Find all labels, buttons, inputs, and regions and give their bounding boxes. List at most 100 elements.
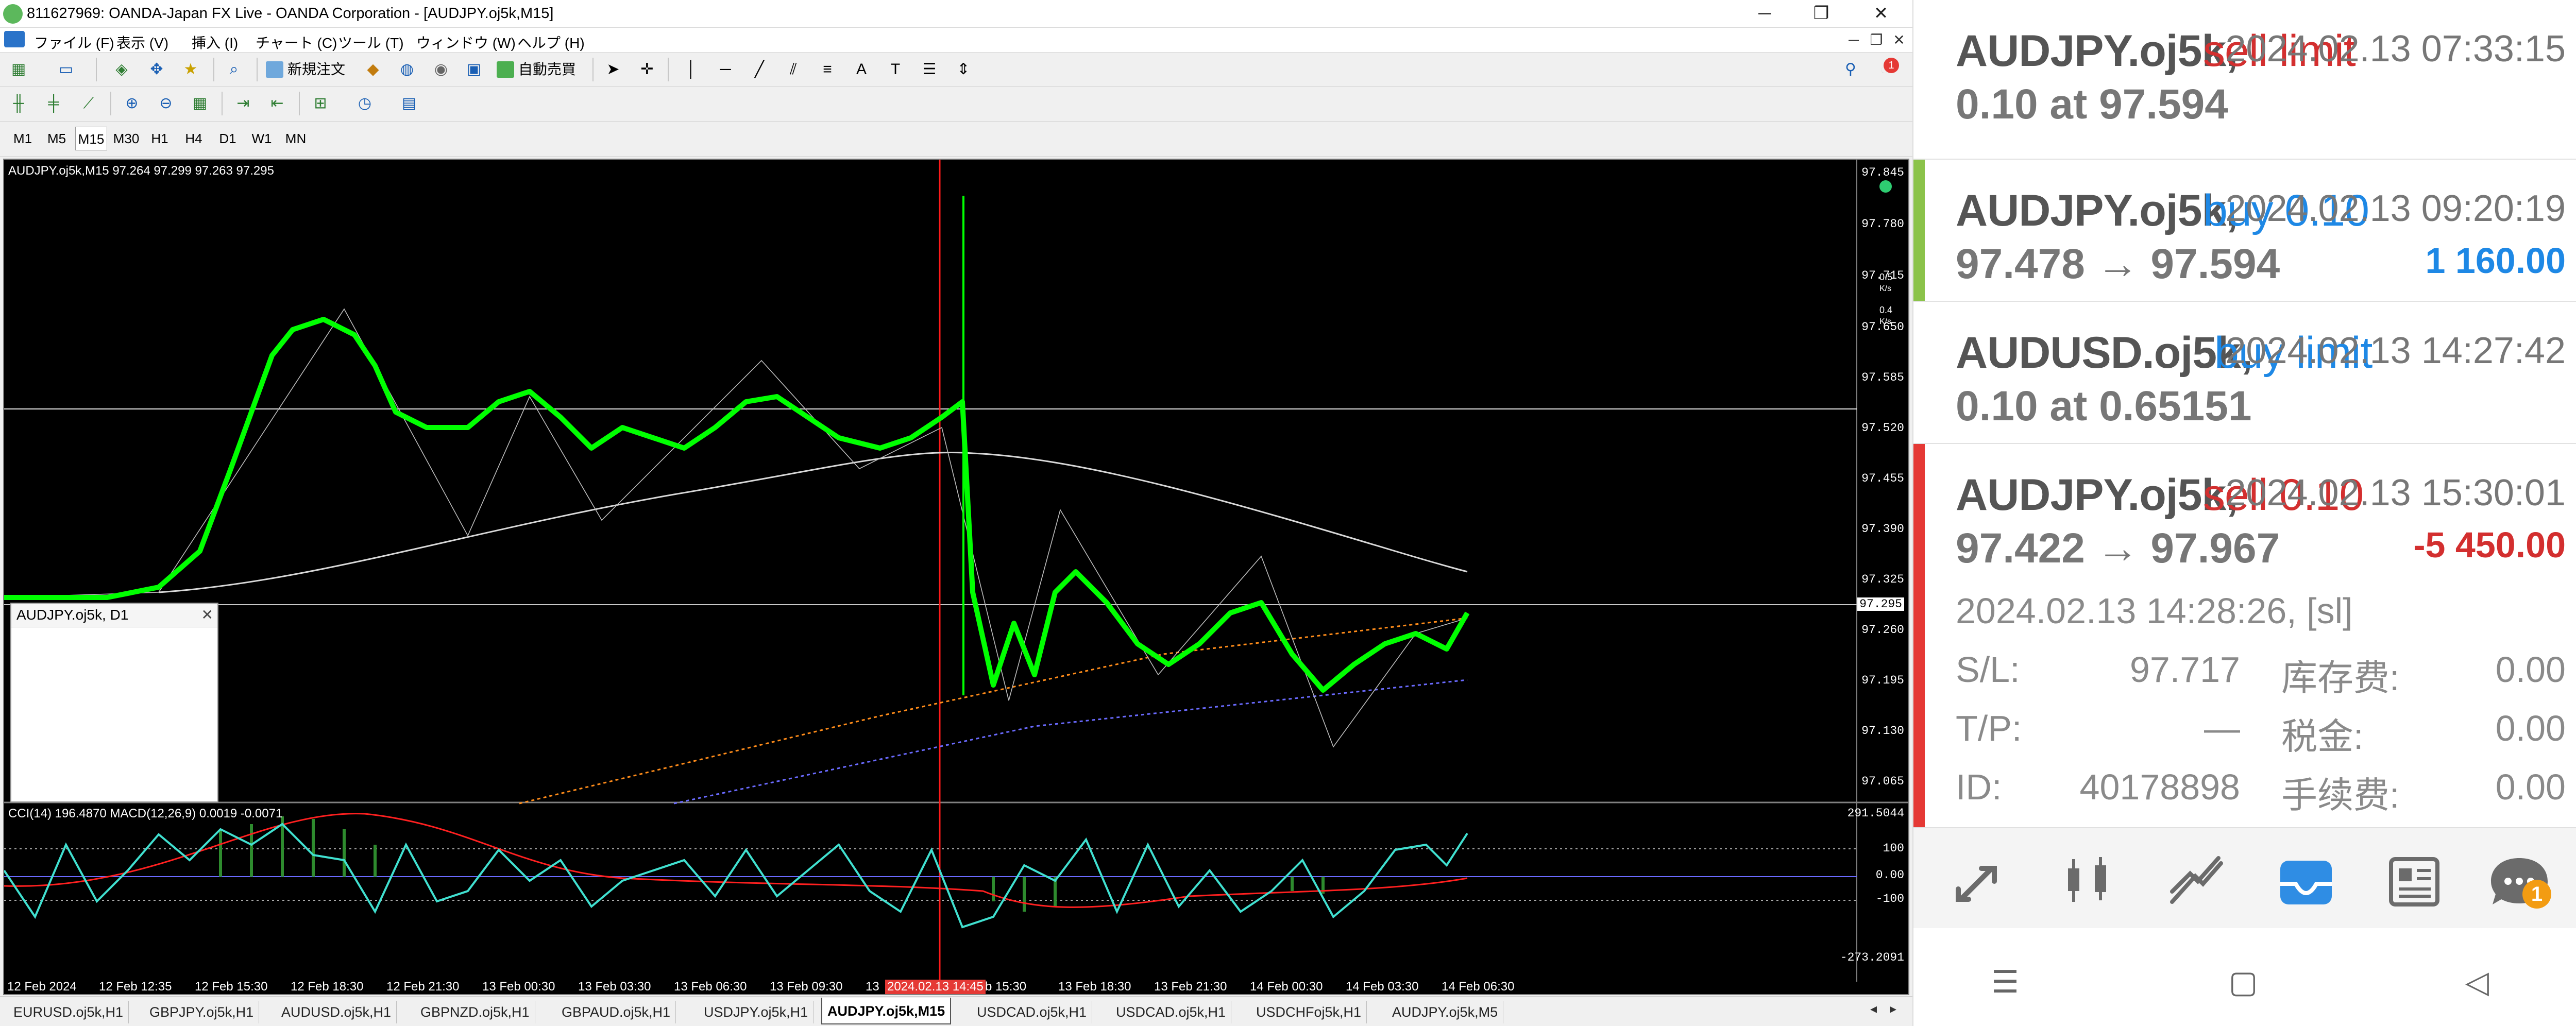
inbox-icon[interactable] <box>2275 853 2337 910</box>
autoscroll-icon[interactable]: ⇥ <box>231 91 256 116</box>
news-icon[interactable] <box>2383 853 2445 910</box>
timeframe-m15[interactable]: M15 <box>75 127 107 150</box>
document-icon[interactable] <box>4 31 25 47</box>
profiles-icon[interactable]: ▭ <box>54 57 78 82</box>
mini-chart-window[interactable]: AUDJPY.oj5k, D1 ✕ <box>10 603 218 802</box>
swap-label: 库存费: <box>2281 658 2400 698</box>
tab-audusd[interactable]: AUDUSD.oj5k,H1 <box>276 1001 397 1023</box>
timeframe-d1[interactable]: D1 <box>214 127 241 150</box>
templates-icon[interactable]: ▤ <box>397 91 421 116</box>
horizontal-line-icon[interactable]: ─ <box>713 57 738 82</box>
price-tick: 97.845 <box>1861 166 1904 179</box>
timeframe-mn[interactable]: MN <box>281 127 310 150</box>
time-tick: b 15:30 <box>985 980 1027 994</box>
price-chart[interactable]: AUDJPY.oj5k,M15 97.264 97.299 97.263 97.… <box>3 159 1909 995</box>
market-icon[interactable]: ◉ <box>429 57 453 82</box>
mdi-restore-button[interactable]: ❐ <box>1865 31 1888 49</box>
menu-window[interactable]: ウィンドウ (W) <box>416 32 516 53</box>
tab-gbpnzd[interactable]: GBPNZD.oj5k,H1 <box>415 1001 535 1023</box>
crosshair-icon[interactable]: ✛ <box>635 57 659 82</box>
order-profit: 1 160.00 <box>2425 241 2566 281</box>
timeframe-h4[interactable]: H4 <box>180 127 207 150</box>
order-item-expanded[interactable]: AUDJPY.oj5k, sell 0.10 2024.02.13 15:30:… <box>1913 444 2576 827</box>
candlestick-icon[interactable]: ╪ <box>41 91 66 116</box>
menu-view[interactable]: 表示 (V) <box>116 32 168 53</box>
search-icon[interactable]: ⚲ <box>1838 57 1863 82</box>
vps-icon[interactable]: ▣ <box>462 57 486 82</box>
menu-icon[interactable]: ☰ <box>1985 964 2026 1000</box>
tab-usdchf[interactable]: USDCHFoj5k,H1 <box>1251 1001 1367 1023</box>
text-label-icon[interactable]: T <box>883 57 908 82</box>
arrows-icon[interactable]: ⇕ <box>951 57 976 82</box>
menu-chart[interactable]: チャート (C) <box>256 32 337 53</box>
tab-usdcad-2[interactable]: USDCAD.oj5k,H1 <box>1111 1001 1232 1023</box>
timeframe-m5[interactable]: M5 <box>42 127 71 150</box>
tab-gbpaud[interactable]: GBPAUD.oj5k,H1 <box>556 1001 676 1023</box>
tab-audjpy-m15[interactable]: AUDJPY.oj5k,M15 <box>821 998 952 1024</box>
new-chart-icon[interactable]: ▦ <box>6 57 31 82</box>
data-window-icon[interactable]: ✥ <box>144 57 169 82</box>
tab-usdjpy[interactable]: USDJPY.oj5k,H1 <box>699 1001 814 1023</box>
tile-windows-icon[interactable]: ▦ <box>188 91 212 116</box>
bar-chart-icon[interactable]: ╫ <box>6 91 31 116</box>
candles-path <box>4 317 1470 693</box>
tab-gbpjpy[interactable]: GBPJPY.oj5k,H1 <box>144 1001 260 1023</box>
menu-file[interactable]: ファイル (F) <box>34 32 114 53</box>
signals-icon[interactable]: ◍ <box>395 57 419 82</box>
channel-icon[interactable]: ⫽ <box>781 57 806 82</box>
menu-tools[interactable]: ツール (T) <box>338 32 404 53</box>
new-order-button[interactable]: 新規注文 <box>264 57 345 82</box>
timeframe-w1[interactable]: W1 <box>248 127 275 150</box>
tab-eurusd[interactable]: EURUSD.oj5k,H1 <box>8 1001 129 1023</box>
tab-scroll-right-icon[interactable]: ▸ <box>1890 1001 1896 1017</box>
order-status-stripe <box>1913 444 1925 827</box>
text-icon[interactable]: A <box>849 57 874 82</box>
minimize-button[interactable]: ─ <box>1736 1 1793 26</box>
timeframe-m1[interactable]: M1 <box>8 127 37 150</box>
navigator-icon[interactable]: ★ <box>178 57 203 82</box>
mdi-close-button[interactable]: ✕ <box>1888 31 1910 49</box>
chat-badge: 1 <box>2522 880 2551 909</box>
chart-shift-icon[interactable]: ⇤ <box>265 91 290 116</box>
trade-icon[interactable] <box>1951 853 2012 910</box>
fibo-fan-icon[interactable]: ☰ <box>917 57 942 82</box>
analytics-icon[interactable] <box>2167 853 2229 910</box>
zoom-in-icon[interactable]: ⊕ <box>120 91 144 116</box>
cursor-icon[interactable]: ➤ <box>601 57 625 82</box>
price-tick: 97.455 <box>1861 472 1904 485</box>
restore-button[interactable]: ❐ <box>1793 1 1850 26</box>
trendline-icon[interactable]: ╱ <box>747 57 772 82</box>
order-item[interactable]: AUDUSD.oj5k, buy limit 2024.02.13 14:27:… <box>1913 302 2576 444</box>
auto-trading-button[interactable]: 自動売買 <box>495 57 576 82</box>
chart-candles-icon[interactable] <box>2059 853 2121 910</box>
mdi-minimize-button[interactable]: ─ <box>1842 31 1865 49</box>
order-item[interactable]: AUDJPY.oj5k, sell limit 2024.02.13 07:33… <box>1913 0 2576 160</box>
fibonacci-icon[interactable]: ≡ <box>815 57 840 82</box>
time-tick: 14 Feb 06:30 <box>1442 980 1515 994</box>
tab-audjpy-m5[interactable]: AUDJPY.oj5k,M5 <box>1387 1001 1504 1023</box>
home-icon[interactable]: ▢ <box>2223 964 2264 1000</box>
periods-icon[interactable]: ◷ <box>352 91 377 116</box>
metaeditor-icon[interactable]: ◆ <box>361 57 385 82</box>
mini-chart-close-button[interactable]: ✕ <box>201 604 213 626</box>
menu-insert[interactable]: 挿入 (I) <box>192 32 238 53</box>
tester-icon[interactable]: ⌕ <box>222 57 246 82</box>
back-icon[interactable]: ◁ <box>2456 964 2498 1000</box>
price-tick: 97.585 <box>1861 371 1904 384</box>
fee-value: 0.00 <box>2495 767 2566 807</box>
tab-scroll-left-icon[interactable]: ◂ <box>1870 1001 1877 1017</box>
zoom-out-icon[interactable]: ⊖ <box>154 91 178 116</box>
tab-usdcad[interactable]: USDCAD.oj5k,H1 <box>972 1001 1093 1023</box>
menu-help[interactable]: ヘルプ (H) <box>517 32 585 53</box>
vertical-line-icon[interactable]: │ <box>679 57 704 82</box>
order-item[interactable]: AUDJPY.oj5k, buy 0.10 2024.02.13 09:20:1… <box>1913 160 2576 302</box>
market-watch-icon[interactable]: ◈ <box>109 57 134 82</box>
timeframe-m30[interactable]: M30 <box>110 127 142 150</box>
menu-bar: ファイル (F) 表示 (V) 挿入 (I) チャート (C) ツール (T) … <box>0 28 1912 53</box>
close-button[interactable]: ✕ <box>1853 1 1909 26</box>
indicators-icon[interactable]: ⊞ <box>308 91 333 116</box>
time-tick: 12 Feb 21:30 <box>386 980 460 994</box>
timeframe-h1[interactable]: H1 <box>146 127 173 150</box>
chart-tabs: EURUSD.oj5k,H1 GBPJPY.oj5k,H1 AUDUSD.oj5… <box>0 996 1912 1026</box>
line-chart-icon[interactable]: ⟋ <box>76 91 101 116</box>
